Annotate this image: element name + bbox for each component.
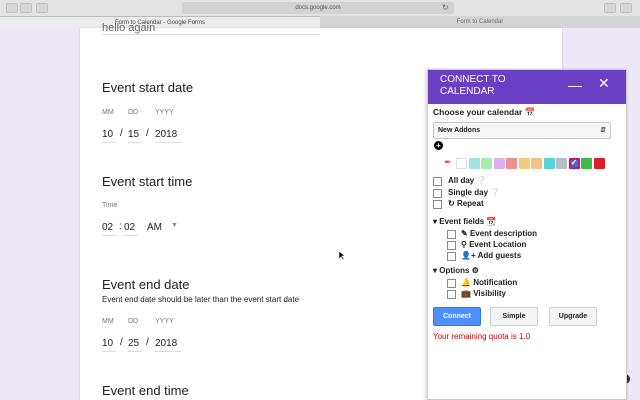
- event-description-checkbox[interactable]: [447, 230, 456, 239]
- add-guests-checkbox[interactable]: [447, 252, 456, 261]
- question-title-start-time: Event start time: [102, 174, 193, 189]
- gear-icon: ⚙: [471, 266, 479, 275]
- color-swatch[interactable]: [593, 158, 605, 169]
- end-month-input[interactable]: 10: [102, 338, 116, 352]
- add-guests-option: 👤+ Add guests: [461, 251, 522, 260]
- redo-icon: ↻: [448, 199, 455, 208]
- eyedropper-icon[interactable]: ✒: [444, 157, 452, 168]
- options-toggle[interactable]: ▾ Options ⚙: [433, 266, 479, 275]
- start-month-input[interactable]: 10: [102, 129, 116, 143]
- caret-down-icon: ▾: [433, 217, 438, 226]
- date-separator: /: [146, 337, 149, 348]
- sidebar-toggle-button[interactable]: [36, 3, 48, 13]
- mouse-cursor-icon: [339, 251, 346, 261]
- bell-icon: 🔔: [461, 278, 471, 287]
- reload-icon[interactable]: ↻: [442, 2, 449, 14]
- date-separator: /: [120, 128, 123, 139]
- mm-label: MM: [102, 318, 114, 325]
- share-button[interactable]: [604, 3, 616, 13]
- dd-label: DD: [128, 318, 139, 325]
- calendar-check-icon: 📆: [486, 217, 497, 226]
- forward-button[interactable]: [20, 3, 32, 13]
- start-ampm-select[interactable]: AM: [147, 222, 162, 235]
- color-swatch[interactable]: [543, 158, 555, 169]
- color-swatch[interactable]: [481, 158, 492, 169]
- notification-option: 🔔 Notification: [461, 278, 518, 287]
- notification-checkbox[interactable]: [447, 279, 456, 288]
- color-swatch[interactable]: ✓: [568, 158, 580, 169]
- color-swatch[interactable]: [493, 158, 505, 169]
- yyyy-label: YYYY: [155, 318, 174, 325]
- edit-icon: ✎: [461, 229, 468, 238]
- visibility-checkbox[interactable]: [447, 290, 456, 299]
- start-year-input[interactable]: 2018: [155, 129, 181, 143]
- end-year-input[interactable]: 2018: [155, 338, 181, 352]
- color-swatch[interactable]: [468, 158, 480, 169]
- event-location-option: ⚲ Event Location: [461, 240, 527, 249]
- all-day-checkbox[interactable]: [433, 177, 442, 186]
- event-description-option: ✎ Event description: [461, 229, 538, 238]
- tab-form-to-calendar[interactable]: Form to Calendar: [320, 16, 640, 28]
- single-day-checkbox[interactable]: [433, 189, 442, 198]
- browser-chrome: docs.google.com ↻ Form to Calendar - Goo…: [0, 0, 640, 28]
- end-day-input[interactable]: 25: [128, 338, 142, 352]
- visibility-option: 💼 Visibility: [461, 289, 506, 298]
- upgrade-button[interactable]: Upgrade: [549, 307, 597, 326]
- question-title-end-date: Event end date: [102, 277, 190, 292]
- tabs-button[interactable]: [620, 3, 632, 13]
- map-marker-icon: ⚲: [461, 240, 467, 249]
- color-swatch[interactable]: [556, 158, 567, 169]
- calendar-select[interactable]: New Addons ⇵: [433, 122, 611, 139]
- single-day-option: Single day ❔: [448, 188, 501, 197]
- color-swatch[interactable]: [506, 158, 517, 169]
- previous-answer-field[interactable]: hello again: [102, 22, 320, 35]
- event-fields-toggle[interactable]: ▾ Event fields 📆: [433, 217, 496, 226]
- repeat-checkbox[interactable]: [433, 200, 442, 209]
- all-day-option: All day ❔: [448, 176, 487, 185]
- question-description-end-date: Event end date should be later than the …: [102, 295, 300, 304]
- choose-calendar-label: Choose your calendar 📅: [433, 107, 536, 117]
- add-calendar-icon[interactable]: +: [434, 141, 443, 150]
- time-label: Time: [102, 202, 118, 209]
- tab-strip: Form to Calendar - Google Forms Form to …: [0, 16, 640, 28]
- question-title-start-date: Event start date: [102, 80, 194, 95]
- color-swatch[interactable]: [456, 158, 467, 169]
- minimize-icon[interactable]: —: [568, 78, 582, 92]
- panel-header: CONNECT TO CALENDAR — ✕: [428, 70, 626, 104]
- ampm-dropdown-icon[interactable]: ▼: [171, 222, 178, 229]
- date-separator: /: [146, 128, 149, 139]
- mm-label: MM: [102, 109, 114, 116]
- panel-title: CONNECT TO CALENDAR: [440, 74, 506, 97]
- event-location-checkbox[interactable]: [447, 241, 456, 250]
- user-plus-icon: 👤+: [461, 251, 476, 260]
- date-separator: /: [120, 337, 123, 348]
- calendar-icon: 📅: [524, 107, 536, 117]
- color-swatch[interactable]: [531, 158, 542, 169]
- connect-to-calendar-panel: CONNECT TO CALENDAR — ✕ Choose your cale…: [427, 69, 627, 400]
- color-swatch[interactable]: [518, 158, 530, 169]
- time-separator: :: [119, 221, 122, 232]
- start-hour-input[interactable]: 02: [102, 222, 116, 236]
- start-minute-input[interactable]: 02: [124, 222, 138, 236]
- question-circle-icon[interactable]: ❔: [476, 176, 486, 185]
- address-bar[interactable]: docs.google.com: [182, 2, 454, 14]
- question-title-end-time: Event end time: [102, 383, 189, 398]
- caret-down-icon: ▾: [433, 266, 438, 275]
- yyyy-label: YYYY: [155, 109, 174, 116]
- briefcase-icon: 💼: [461, 289, 471, 298]
- start-day-input[interactable]: 15: [128, 129, 142, 143]
- repeat-option: ↻ Repeat: [448, 199, 484, 208]
- close-icon[interactable]: ✕: [598, 76, 610, 90]
- color-swatch[interactable]: [581, 158, 592, 169]
- select-arrows-icon: ⇵: [600, 127, 606, 134]
- quota-message: Your remaining quota is 1.0: [433, 332, 531, 341]
- simple-button[interactable]: Simple: [490, 307, 538, 326]
- dd-label: DD: [128, 109, 139, 116]
- connect-button[interactable]: Connect: [433, 307, 481, 326]
- check-icon: ✓: [570, 158, 578, 167]
- question-circle-icon[interactable]: ❔: [490, 188, 500, 197]
- back-button[interactable]: [6, 3, 18, 13]
